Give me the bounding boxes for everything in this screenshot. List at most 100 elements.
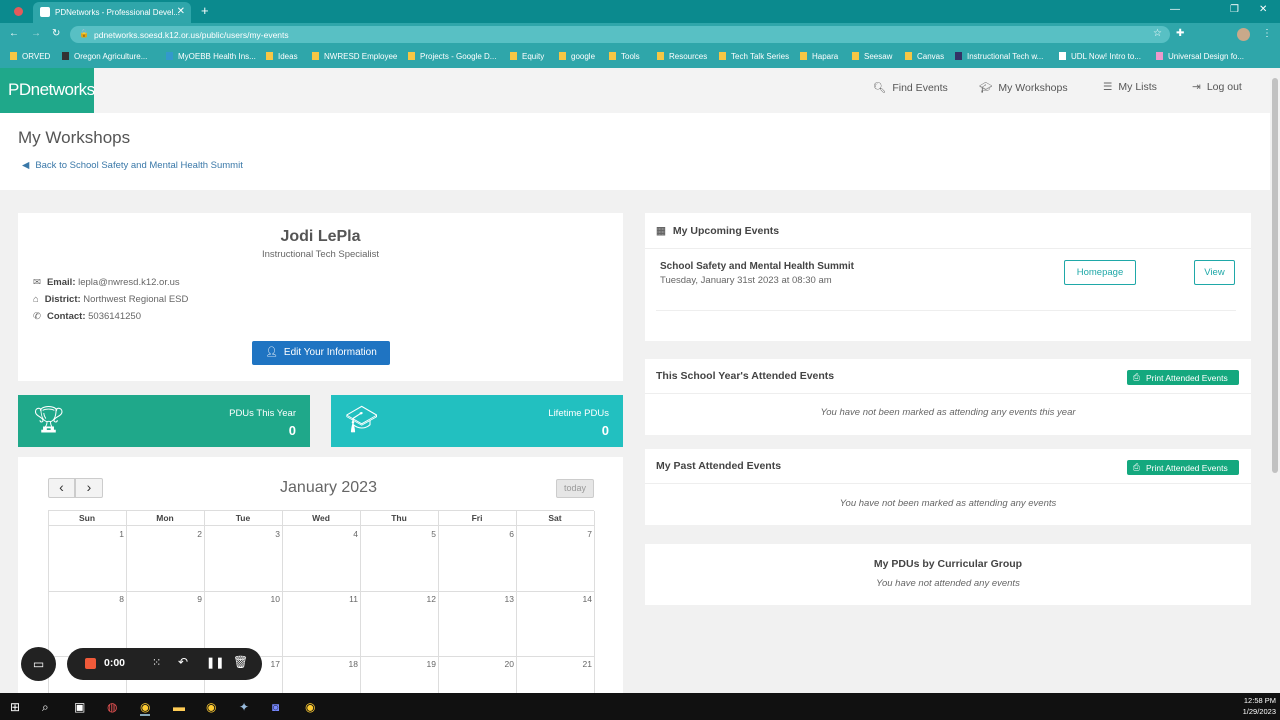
undo-icon[interactable]: ↶	[178, 655, 188, 669]
printer-icon: ⎙	[1133, 372, 1140, 382]
calendar-day[interactable]: 3	[210, 529, 280, 539]
calendar-today-button[interactable]: today	[556, 479, 594, 498]
calendar-day[interactable]: 11	[288, 594, 358, 604]
forward-arrow-icon[interactable]: →	[31, 28, 41, 39]
nav-my-workshops[interactable]: 🎓︎ My Workshops	[979, 81, 1068, 94]
recording-timer: 0:00	[104, 657, 126, 669]
stop-recording-button[interactable]	[85, 658, 96, 669]
minimize-icon[interactable]: —	[1170, 4, 1180, 15]
calendar-day-header: Thu	[391, 513, 407, 523]
calendar-day[interactable]: 2	[132, 529, 202, 539]
print-year-attended-button[interactable]: ⎙ Print Attended Events	[1127, 370, 1239, 385]
logout-icon: ⇥	[1192, 81, 1201, 93]
edit-information-button[interactable]: 👤︎ Edit Your Information	[252, 341, 390, 365]
search-icon[interactable]: ⌕	[42, 700, 49, 715]
grid-icon[interactable]: ⁙	[152, 656, 161, 669]
calendar-day[interactable]: 1	[54, 529, 124, 539]
bookmark-item[interactable]: Canvas	[905, 52, 944, 61]
nav-find-events[interactable]: 🔍︎ Find Events	[873, 81, 948, 94]
nav-my-lists[interactable]: ☰ My Lists	[1103, 81, 1157, 93]
profile-email-row: ✉ Email: lepla@nwresd.k12.or.us	[33, 277, 180, 288]
chevron-left-circle-icon: ◀	[22, 160, 30, 171]
pdus-group-panel	[645, 544, 1251, 605]
new-tab-button[interactable]: +	[201, 3, 209, 18]
calendar-icon: ▦	[656, 225, 666, 237]
calendar-day[interactable]: 20	[444, 659, 514, 669]
bookmark-item[interactable]: Tech Talk Series	[719, 52, 789, 61]
trash-icon[interactable]: 🗑︎	[233, 655, 248, 669]
reload-icon[interactable]: ↻	[52, 28, 60, 39]
print-past-attended-button[interactable]: ⎙ Print Attended Events	[1127, 460, 1239, 475]
calendar-day[interactable]: 7	[522, 529, 592, 539]
restore-icon[interactable]: ❐	[1230, 4, 1239, 15]
camera-toggle-button[interactable]: ▭	[21, 647, 56, 681]
calendar-day[interactable]: 18	[288, 659, 358, 669]
profile-avatar-icon[interactable]	[1237, 28, 1250, 41]
calendar-day[interactable]: 9	[132, 594, 202, 604]
browser-tab[interactable]: PDNetworks - Professional Devel... ✕	[33, 2, 191, 23]
bookmark-item[interactable]: Instructional Tech w...	[955, 52, 1043, 61]
title-bar	[0, 113, 1270, 190]
bookmark-item[interactable]: NWRESD Employee	[312, 52, 397, 61]
year-attended-header: This School Year's Attended Events	[656, 370, 835, 382]
bookmark-item[interactable]: Oregon Agriculture...	[62, 52, 147, 61]
bookmark-item[interactable]: ORVED	[10, 52, 50, 61]
calendar-day[interactable]: 12	[366, 594, 436, 604]
chrome-icon[interactable]: ◉	[305, 700, 315, 714]
bookmark-item[interactable]: Resources	[657, 52, 707, 61]
app-icon[interactable]: ◍	[107, 700, 117, 714]
bookmark-item[interactable]: google	[559, 52, 595, 61]
bookmark-item[interactable]: Equity	[510, 52, 544, 61]
taskbar-clock[interactable]: 12:58 PM 1/29/2023	[1228, 696, 1276, 716]
site-logo[interactable]: PDnetworks	[0, 68, 95, 113]
bookmark-item[interactable]: Seesaw	[852, 52, 892, 61]
bookmark-item[interactable]: UDL Now! Intro to...	[1059, 52, 1141, 61]
extensions-icon[interactable]: ✚	[1176, 28, 1184, 39]
calendar-day[interactable]: 5	[366, 529, 436, 539]
bookmark-item[interactable]: MyOEBB Health Ins...	[166, 52, 256, 61]
close-window-icon[interactable]: ✕	[1259, 4, 1267, 15]
discord-icon[interactable]: ◙	[272, 700, 279, 714]
pdus-group-header: My PDUs by Curricular Group	[873, 558, 1023, 570]
bookmark-item[interactable]: Universal Design fo...	[1156, 52, 1244, 61]
calendar-day[interactable]: 14	[522, 594, 592, 604]
calendar-day[interactable]: 6	[444, 529, 514, 539]
url-input[interactable]: 🔒 pdnetworks.soesd.k12.or.us/public/user…	[70, 26, 1170, 43]
chrome-icon[interactable]: ◉	[206, 700, 216, 714]
bookmark-star-icon[interactable]: ☆	[1153, 28, 1162, 39]
calendar-day[interactable]: 21	[522, 659, 592, 669]
chrome-icon[interactable]: ◉	[140, 700, 151, 716]
scrollbar-thumb[interactable]	[1272, 78, 1278, 473]
file-explorer-icon[interactable]: ▬	[173, 700, 185, 714]
event-name[interactable]: School Safety and Mental Health Summit	[660, 261, 854, 272]
close-tab-icon[interactable]: ✕	[177, 6, 185, 17]
pause-icon[interactable]: ❚❚	[206, 656, 224, 669]
menu-icon[interactable]: ⋮	[1262, 28, 1272, 39]
bookmark-item[interactable]: Tools	[609, 52, 640, 61]
envelope-icon: ✉	[33, 277, 41, 288]
bookmark-item[interactable]: Ideas	[266, 52, 298, 61]
windows-start-icon[interactable]: ⊞	[10, 700, 20, 714]
home-icon: ⌂	[33, 294, 39, 305]
calendar-day[interactable]: 4	[288, 529, 358, 539]
back-arrow-icon[interactable]: ←	[9, 28, 19, 39]
year-attended-empty-message: You have not been marked as attending an…	[820, 407, 1076, 418]
event-homepage-button[interactable]: Homepage	[1064, 260, 1136, 285]
back-link[interactable]: ◀ Back to School Safety and Mental Health…	[22, 160, 243, 171]
user-icon: 👤︎	[265, 347, 278, 358]
calendar-day[interactable]: 10	[210, 594, 280, 604]
calendar-day[interactable]: 13	[444, 594, 514, 604]
event-view-button[interactable]: View	[1194, 260, 1235, 285]
page-scrollbar[interactable]	[1270, 68, 1280, 693]
calendar-day[interactable]: 19	[366, 659, 436, 669]
calendar-day[interactable]: 8	[54, 594, 124, 604]
task-view-icon[interactable]: ▣	[74, 700, 85, 714]
site-header	[0, 68, 1270, 113]
bookmark-item[interactable]: Projects - Google D...	[408, 52, 496, 61]
bookmark-item[interactable]: Hapara	[800, 52, 838, 61]
graduation-cap-icon: 🎓︎	[979, 82, 993, 94]
page-title: My Workshops	[18, 128, 131, 147]
app-icon[interactable]: ✦	[239, 700, 249, 714]
event-date: Tuesday, January 31st 2023 at 08:30 am	[660, 275, 832, 286]
nav-log-out[interactable]: ⇥ Log out	[1192, 81, 1242, 93]
